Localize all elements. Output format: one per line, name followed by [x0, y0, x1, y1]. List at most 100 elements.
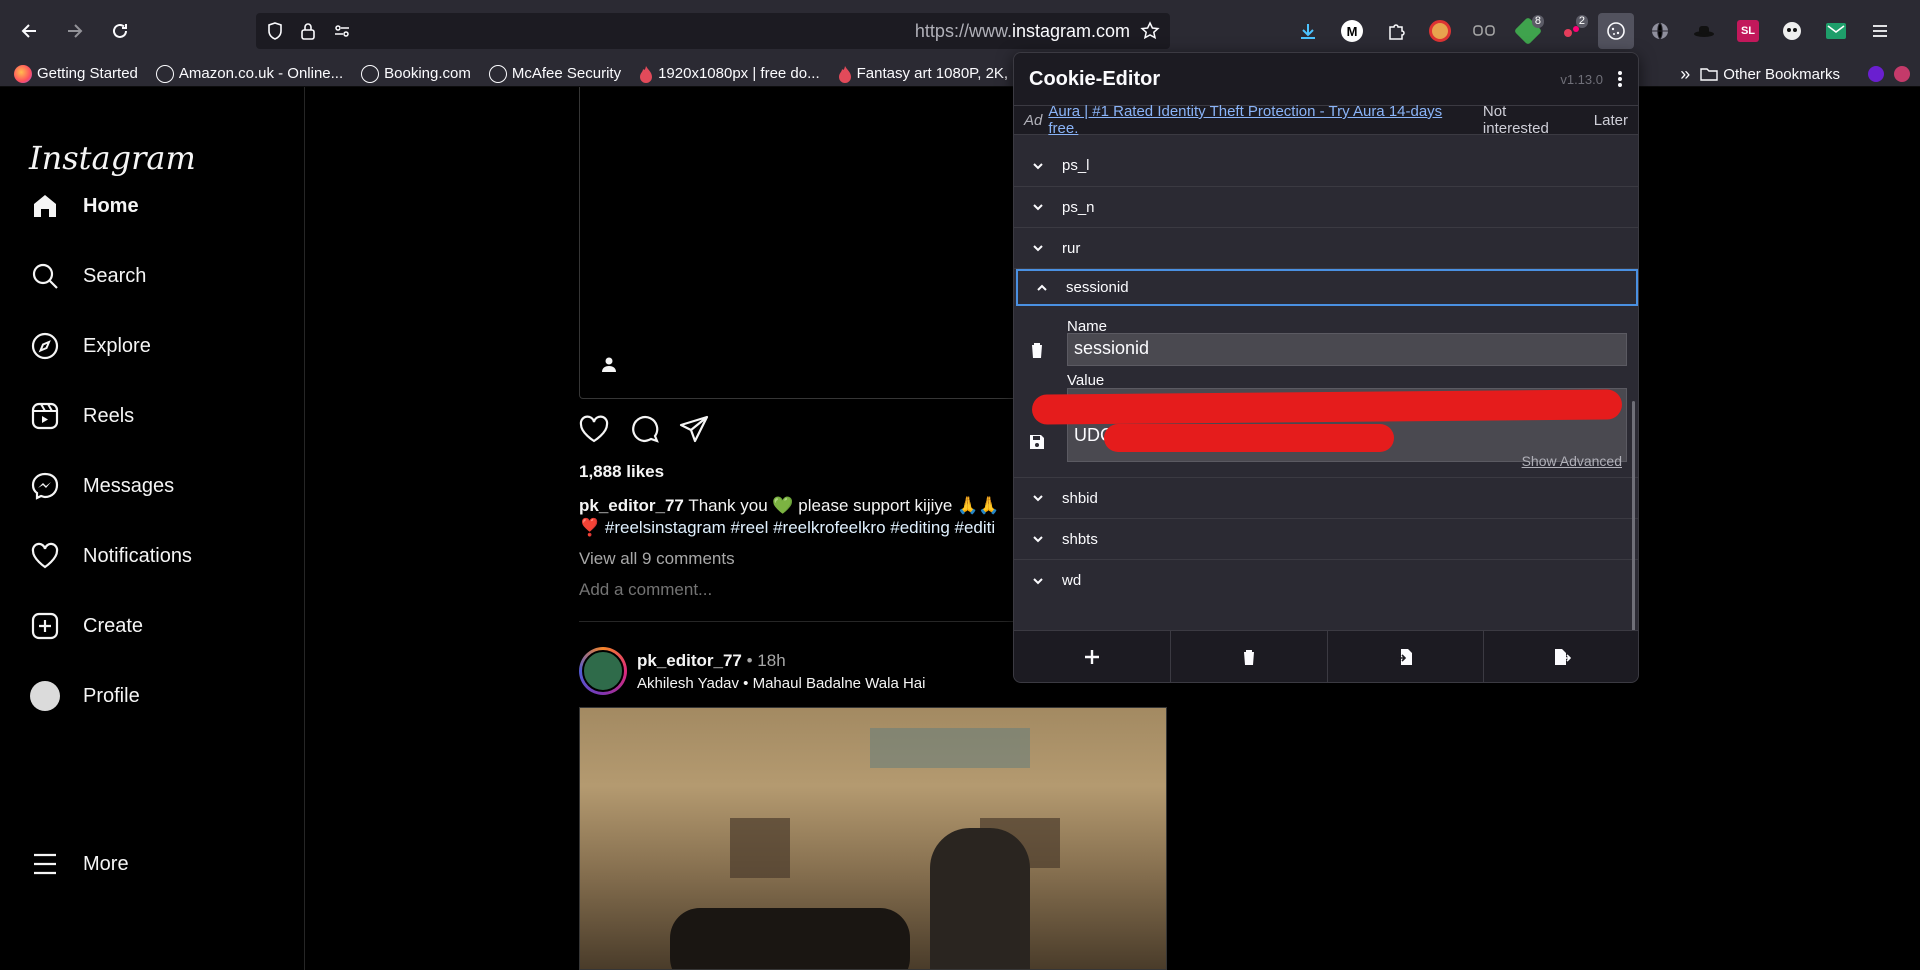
cookie-row[interactable]: shbid	[1014, 478, 1638, 519]
extension-globe[interactable]	[1642, 13, 1678, 49]
bookmark-wallpaper-2[interactable]: Fantasy art 1080P, 2K, ...	[838, 65, 1025, 83]
downloads-button[interactable]	[1290, 13, 1326, 49]
instagram-logo[interactable]: Instagram	[29, 139, 196, 177]
extension-hat[interactable]	[1686, 13, 1722, 49]
tagged-user-icon[interactable]	[602, 357, 616, 373]
nav-explore[interactable]: Explore	[29, 330, 151, 362]
value-label: Value	[1067, 372, 1105, 389]
chevron-overflow-icon[interactable]: »	[1680, 64, 1690, 85]
other-bookmarks[interactable]: Other Bookmarks	[1700, 66, 1840, 83]
ad-not-interested-button[interactable]: Not interested	[1483, 103, 1574, 137]
bookmark-amazon[interactable]: Amazon.co.uk - Online...	[155, 64, 343, 83]
caption-hashtags[interactable]: ❣️ #reelsinstagram #reel #reelkrofeelkro…	[579, 518, 995, 537]
trash-icon	[1241, 649, 1256, 665]
extension-cube[interactable]: 8	[1510, 13, 1546, 49]
caption-username[interactable]: pk_editor_77	[579, 496, 684, 515]
sign-board	[870, 728, 1030, 768]
delete-cookie-icon[interactable]	[1028, 340, 1046, 360]
mail-icon	[1826, 23, 1846, 39]
lock-icon[interactable]	[300, 21, 316, 41]
comment-button[interactable]	[629, 415, 659, 448]
cookie-row[interactable]: ps_l	[1014, 145, 1638, 187]
ad-later-button[interactable]: Later	[1594, 112, 1628, 129]
forward-button[interactable]	[56, 13, 92, 49]
nav-notifications[interactable]: Notifications	[29, 540, 192, 572]
extension-small-icon-2[interactable]	[1894, 66, 1910, 82]
nav-reels[interactable]: Reels	[29, 400, 134, 432]
cookie-row-expanded[interactable]: sessionid	[1016, 269, 1638, 306]
ad-tag: Ad	[1024, 111, 1043, 129]
cookie-editor-popup: Cookie-Editor v1.13.0 Ad Aura | #1 Rated…	[1013, 52, 1639, 683]
back-button[interactable]	[12, 13, 48, 49]
instagram-sidebar: Instagram Home Search Explore Reels Mess…	[0, 87, 305, 970]
save-cookie-icon[interactable]	[1028, 432, 1046, 452]
extensions-button[interactable]	[1378, 13, 1414, 49]
like-button[interactable]	[579, 415, 609, 448]
cookie-row[interactable]: wd	[1014, 560, 1638, 601]
cookie-name-field[interactable]: sessionid	[1067, 333, 1627, 366]
extension-m[interactable]: M	[1334, 13, 1370, 49]
chevron-down-icon	[1032, 492, 1044, 504]
home-icon	[29, 190, 61, 222]
extension-small-icon[interactable]	[1868, 66, 1884, 82]
nav-more[interactable]: More	[29, 848, 129, 880]
cookie-row[interactable]: shbts	[1014, 519, 1638, 560]
add-cookie-button[interactable]	[1014, 631, 1171, 682]
extension-blocker[interactable]	[1422, 13, 1458, 49]
bookmark-getting-started[interactable]: Getting Started	[14, 64, 138, 83]
other-bookmarks-label: Other Bookmarks	[1723, 65, 1840, 83]
story-avatar[interactable]	[579, 647, 627, 695]
app-menu-button[interactable]	[1862, 13, 1898, 49]
comment-icon	[632, 415, 659, 443]
bookmark-mcafee[interactable]: McAfee Security	[488, 64, 621, 83]
nav-messages[interactable]: Messages	[29, 470, 174, 502]
import-icon	[1397, 648, 1413, 665]
url-text[interactable]: https://www.instagram.com	[915, 21, 1130, 42]
hat-icon	[1694, 26, 1714, 37]
cookie-list: ps_l ps_n rur sessionid Name sessionid V…	[1014, 145, 1638, 637]
post-photo[interactable]	[579, 707, 1167, 970]
kebab-menu-icon[interactable]	[1617, 70, 1623, 88]
bookmark-wallpaper-1[interactable]: 1920x1080px | free do...	[639, 65, 820, 83]
flame-icon	[838, 65, 851, 83]
cookie-row[interactable]: ps_n	[1014, 187, 1638, 228]
post-audio[interactable]: Akhilesh Yadav • Mahaul Badalne Wala Hai	[637, 675, 925, 692]
bookmark-label: 1920x1080px | free do...	[658, 65, 820, 82]
delete-all-button[interactable]	[1171, 631, 1328, 682]
cookie-editor-button[interactable]	[1598, 13, 1634, 49]
chevron-down-icon	[1032, 201, 1044, 213]
permissions-icon[interactable]	[332, 21, 352, 41]
share-button[interactable]	[679, 415, 709, 448]
extension-badge: 2	[1575, 15, 1588, 28]
bookmark-booking[interactable]: Booking.com	[361, 64, 471, 83]
export-button[interactable]	[1484, 631, 1638, 682]
shield-icon[interactable]	[266, 21, 284, 41]
url-bar[interactable]: https://www.instagram.com	[256, 13, 1170, 49]
nav-home[interactable]: Home	[29, 190, 139, 222]
plus-square-icon	[29, 610, 61, 642]
show-advanced-link[interactable]: Show Advanced	[1522, 453, 1622, 469]
extension-mail[interactable]	[1818, 13, 1854, 49]
bookmark-star-icon[interactable]	[1140, 21, 1160, 41]
like-count[interactable]: 1,888 likes	[579, 462, 664, 482]
import-button[interactable]	[1328, 631, 1485, 682]
nav-search[interactable]: Search	[29, 260, 146, 292]
view-comments-link[interactable]: View all 9 comments	[579, 549, 735, 569]
nav-create[interactable]: Create	[29, 610, 143, 642]
globe-icon	[361, 64, 380, 83]
plus-icon	[1084, 649, 1099, 664]
post-username[interactable]: pk_editor_77	[637, 651, 742, 670]
extension-mask[interactable]	[1774, 13, 1810, 49]
reload-button[interactable]	[102, 13, 138, 49]
heart-icon	[579, 415, 609, 443]
extension-dots[interactable]: 2	[1554, 13, 1590, 49]
extension-glasses[interactable]	[1466, 13, 1502, 49]
post-time[interactable]: • 18h	[747, 651, 786, 670]
person	[930, 828, 1030, 969]
extension-sl[interactable]: SL	[1730, 13, 1766, 49]
add-comment-input[interactable]: Add a comment...	[579, 580, 712, 600]
nav-profile[interactable]: Profile	[29, 680, 140, 712]
firefox-icon	[14, 64, 32, 83]
ad-link[interactable]: Aura | #1 Rated Identity Theft Protectio…	[1048, 103, 1465, 137]
cookie-row[interactable]: rur	[1014, 228, 1638, 269]
